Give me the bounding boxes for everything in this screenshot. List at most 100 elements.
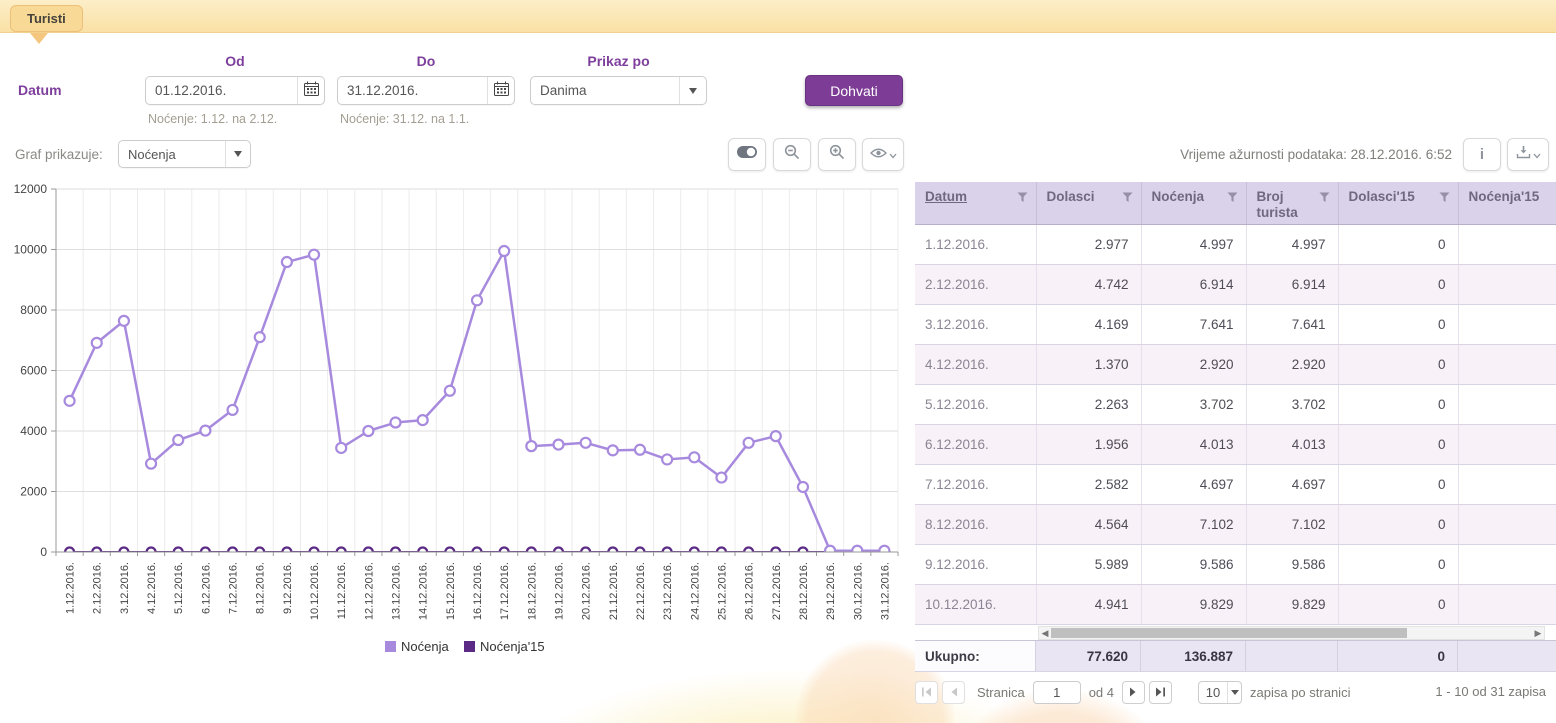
column-header-5[interactable]: Noćenja'15 (1458, 182, 1556, 224)
horizontal-scrollbar[interactable]: ◀ ▶ (1038, 626, 1545, 640)
date-to-calendar-button[interactable] (487, 77, 514, 104)
date-from-calendar-button[interactable] (297, 77, 324, 104)
column-label: Datum (925, 189, 967, 205)
table-row[interactable]: 5.12.2016.2.2633.7023.7020 (915, 384, 1556, 424)
svg-text:13.12.2016.: 13.12.2016. (391, 562, 403, 620)
svg-text:4000: 4000 (20, 424, 47, 438)
cell-value: 0 (1338, 424, 1458, 464)
table-row[interactable]: 4.12.2016.1.3702.9202.9200 (915, 344, 1556, 384)
info-button[interactable]: i (1463, 138, 1501, 171)
table-row[interactable]: 7.12.2016.2.5824.6974.6970 (915, 464, 1556, 504)
cell-value: 4.997 (1141, 224, 1246, 264)
cell-date: 3.12.2016. (915, 304, 1036, 344)
svg-text:19.12.2016.: 19.12.2016. (553, 562, 565, 620)
filter-funnel-icon[interactable] (1017, 191, 1028, 207)
filter-funnel-icon[interactable] (1122, 191, 1133, 207)
svg-text:2000: 2000 (20, 485, 47, 499)
cell-value (1458, 304, 1556, 344)
svg-text:9.12.2016.: 9.12.2016. (282, 562, 294, 614)
calendar-icon (494, 81, 509, 101)
date-from-input[interactable]: 01.12.2016. (145, 76, 325, 105)
series-visibility-button[interactable] (862, 138, 904, 171)
table-row[interactable]: 10.12.2016.4.9419.8299.8290 (915, 584, 1556, 624)
svg-text:4.12.2016.: 4.12.2016. (146, 562, 158, 614)
cell-value: 0 (1338, 344, 1458, 384)
table-row[interactable]: 1.12.2016.2.9774.9974.9970 (915, 224, 1556, 264)
footer-value: 0 (1338, 641, 1458, 671)
zoom-out-icon (784, 144, 800, 165)
table-row[interactable]: 8.12.2016.4.5647.1027.1020 (915, 504, 1556, 544)
cell-value: 1.956 (1036, 424, 1141, 464)
graf-prikazuje-select[interactable]: Noćenja (118, 140, 251, 168)
column-label: Noćenja (1152, 189, 1205, 205)
svg-text:5.12.2016.: 5.12.2016. (173, 562, 185, 614)
dohvati-button[interactable]: Dohvati (805, 75, 903, 106)
table-row[interactable]: 2.12.2016.4.7426.9146.9140 (915, 264, 1556, 304)
cell-value (1458, 344, 1556, 384)
line-chart: 0200040006000800010000120001.12.2016.2.1… (12, 181, 917, 671)
next-page-button[interactable] (1122, 681, 1145, 704)
prev-page-button[interactable] (942, 681, 965, 704)
filter-funnel-icon[interactable] (1439, 191, 1450, 207)
tab-turisti[interactable]: Turisti (10, 5, 83, 32)
last-page-button[interactable] (1149, 681, 1172, 704)
page-count-label: od 4 (1089, 685, 1114, 700)
column-header-3[interactable]: Broj turista (1246, 182, 1338, 224)
cell-date: 7.12.2016. (915, 464, 1036, 504)
prikaz-po-caret-button[interactable] (679, 77, 706, 104)
cell-value: 7.641 (1246, 304, 1338, 344)
tab-pointer (30, 33, 48, 44)
scroll-right-icon[interactable]: ▶ (1532, 627, 1544, 639)
zoom-in-button[interactable] (818, 138, 856, 171)
first-page-button[interactable] (915, 681, 938, 704)
page-number-input[interactable] (1033, 681, 1081, 704)
cell-value: 4.013 (1246, 424, 1338, 464)
filter-funnel-icon[interactable] (1227, 191, 1238, 207)
cell-value: 0 (1338, 264, 1458, 304)
cell-value: 0 (1338, 464, 1458, 504)
date-to-value: 31.12.2016. (338, 83, 487, 98)
column-header-1[interactable]: Dolasci (1036, 182, 1141, 224)
column-label: Dolasci (1047, 189, 1095, 205)
scroll-left-icon[interactable]: ◀ (1039, 627, 1051, 639)
svg-text:15.12.2016.: 15.12.2016. (445, 562, 457, 620)
column-header-4[interactable]: Dolasci'15 (1338, 182, 1458, 224)
date-to-input[interactable]: 31.12.2016. (337, 76, 515, 105)
page-size-select[interactable]: 10 (1198, 681, 1242, 704)
cell-value (1458, 464, 1556, 504)
column-header-0[interactable]: Datum (915, 182, 1036, 224)
prikaz-po-select[interactable]: Danima (530, 76, 707, 105)
cell-value: 7.102 (1141, 504, 1246, 544)
column-label: Broj turista (1257, 189, 1310, 220)
zoom-out-button[interactable] (773, 138, 811, 171)
table-row[interactable]: 9.12.2016.5.9899.5869.5860 (915, 544, 1556, 584)
table-row[interactable]: 3.12.2016.4.1697.6417.6410 (915, 304, 1556, 344)
table-row[interactable]: 6.12.2016.1.9564.0134.0130 (915, 424, 1556, 464)
svg-text:31.12.2016.: 31.12.2016. (879, 562, 891, 620)
cell-date: 6.12.2016. (915, 424, 1036, 464)
column-header-2[interactable]: Noćenja (1141, 182, 1246, 224)
svg-text:12.12.2016.: 12.12.2016. (363, 562, 375, 620)
cell-value: 0 (1338, 384, 1458, 424)
cell-date: 5.12.2016. (915, 384, 1036, 424)
svg-text:23.12.2016.: 23.12.2016. (662, 562, 674, 620)
chart-toggle-button[interactable] (728, 138, 766, 171)
cell-date: 9.12.2016. (915, 544, 1036, 584)
cell-value: 4.941 (1036, 584, 1141, 624)
stranica-label: Stranica (977, 685, 1025, 700)
svg-text:Noćenja: Noćenja (401, 639, 449, 654)
cell-value: 4.742 (1036, 264, 1141, 304)
filter-funnel-icon[interactable] (1319, 191, 1330, 207)
scrollbar-track[interactable] (1051, 627, 1532, 639)
svg-text:6.12.2016.: 6.12.2016. (200, 562, 212, 614)
svg-text:29.12.2016.: 29.12.2016. (825, 562, 837, 620)
scrollbar-thumb[interactable] (1051, 628, 1407, 638)
prev-page-icon (949, 687, 958, 697)
data-table: Datum Dolasci Noćenja Broj turista Dolasci'1… (915, 182, 1556, 625)
page-size-label: zapisa po stranici (1250, 685, 1350, 700)
export-button[interactable] (1507, 138, 1549, 171)
table-body: 1.12.2016.2.9774.9974.99702.12.2016.4.74… (915, 224, 1556, 624)
zoom-in-icon (829, 144, 845, 165)
footer-value: 136.887 (1141, 641, 1246, 671)
graf-caret-button[interactable] (225, 141, 250, 167)
